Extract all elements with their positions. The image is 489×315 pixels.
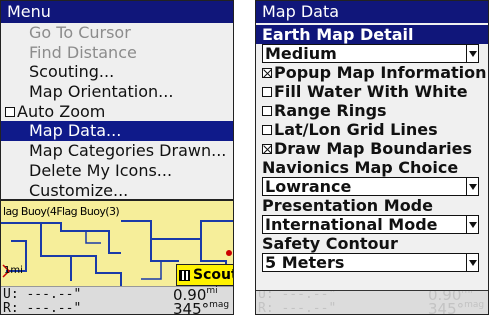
option-label: Lat/Lon Grid Lines (274, 120, 438, 139)
safety-contour-label: Safety Contour (262, 234, 398, 253)
menu-item-customize[interactable]: Customize... (1, 181, 233, 201)
menu-item-find-distance[interactable]: Find Distance (1, 43, 233, 63)
left-screen: lag Buoy(4Flag Buoy(3) 1mi Scout 1 U: --… (0, 0, 234, 315)
earth-map-detail-label[interactable]: Earth Map Detail (256, 25, 488, 44)
menu-item-auto-zoom[interactable]: Auto Zoom (1, 101, 233, 122)
bearing-value: 345° (428, 300, 465, 315)
checkbox-icon (5, 106, 15, 117)
readout-row-u: U: ---.--" (3, 287, 82, 302)
presentation-mode-label: Presentation Mode (262, 196, 433, 215)
main-menu: Menu Go To Cursor Find Distance Scouting… (1, 1, 233, 201)
waypoint-tag-label: Scout 1 (193, 267, 234, 283)
safety-contour-select[interactable]: 5 Meters (262, 253, 479, 272)
checkbox-icon (262, 125, 272, 135)
bearing-value: 345° (173, 300, 210, 315)
menu-item-delete-icons[interactable]: Delete My Icons... (1, 161, 233, 181)
option-label: Draw Map Boundaries (274, 139, 473, 158)
checkbox-checked-icon (262, 144, 272, 154)
waypoint-labels: lag Buoy(4Flag Buoy(3) (3, 205, 120, 218)
checkbox-icon (262, 106, 272, 116)
option-range-rings[interactable]: Range Rings (256, 101, 488, 120)
menu-item-label: Auto Zoom (17, 101, 106, 121)
bearing-unit: mag (464, 300, 485, 310)
bearing-unit: mag (209, 300, 230, 310)
presentation-mode-select[interactable]: International Mode (262, 215, 479, 234)
option-label: Popup Map Information (274, 63, 487, 82)
map-scale: 1mi (4, 265, 23, 276)
menu-item-scouting[interactable]: Scouting... (1, 62, 233, 82)
distance-unit: mi (206, 286, 218, 296)
right-screen: U: ---.--" R: ---.--" 0.90mi 345°mag Map… (255, 0, 489, 315)
readout-row-r: R: ---.--" (258, 301, 337, 315)
checkbox-checked-icon (262, 68, 272, 78)
option-popup-map-info[interactable]: Popup Map Information (256, 63, 488, 82)
navionics-map-choice-select[interactable]: Lowrance (262, 177, 479, 196)
earth-map-detail-select[interactable]: Medium (262, 44, 479, 63)
map-view[interactable]: lag Buoy(4Flag Buoy(3) 1mi Scout 1 (1, 201, 234, 286)
dropdown-arrow-icon (466, 178, 478, 195)
bearing-readout: 345°mag (173, 300, 230, 315)
panel-title: Map Data (256, 1, 488, 23)
dropdown-arrow-icon (466, 45, 478, 62)
navionics-map-choice-label: Navionics Map Choice (262, 158, 459, 177)
option-draw-map-boundaries[interactable]: Draw Map Boundaries (256, 139, 488, 158)
dropdown-arrow-icon (466, 216, 478, 233)
menu-item-go-to-cursor[interactable]: Go To Cursor (1, 23, 233, 43)
presentation-mode-value: International Mode (265, 215, 438, 234)
waypoint-tag[interactable]: Scout 1 (176, 264, 234, 286)
dropdown-arrow-icon (466, 254, 478, 271)
earth-map-detail-value: Medium (265, 44, 337, 63)
option-fill-water-white[interactable]: Fill Water With White (256, 82, 488, 101)
menu-item-map-data[interactable]: Map Data... (1, 121, 233, 142)
option-label: Fill Water With White (274, 82, 468, 101)
map-data-panel: Map Data Earth Map Detail Medium Popup M… (256, 1, 488, 291)
readout-row-r: R: ---.--" (3, 301, 82, 315)
checkbox-icon (262, 87, 272, 97)
menu-item-map-orientation[interactable]: Map Orientation... (1, 82, 233, 102)
menu-title: Menu (1, 1, 233, 23)
safety-contour-value: 5 Meters (265, 253, 345, 272)
menu-item-map-categories[interactable]: Map Categories Drawn... (1, 141, 233, 161)
bearing-readout: 345°mag (428, 300, 485, 315)
option-lat-lon-grid[interactable]: Lat/Lon Grid Lines (256, 120, 488, 139)
option-label: Range Rings (274, 101, 387, 120)
readout-strip: U: ---.--" R: ---.--" 0.90mi 345°mag (1, 286, 233, 315)
waypoint-icon (179, 269, 190, 281)
navionics-map-choice-value: Lowrance (265, 177, 352, 196)
